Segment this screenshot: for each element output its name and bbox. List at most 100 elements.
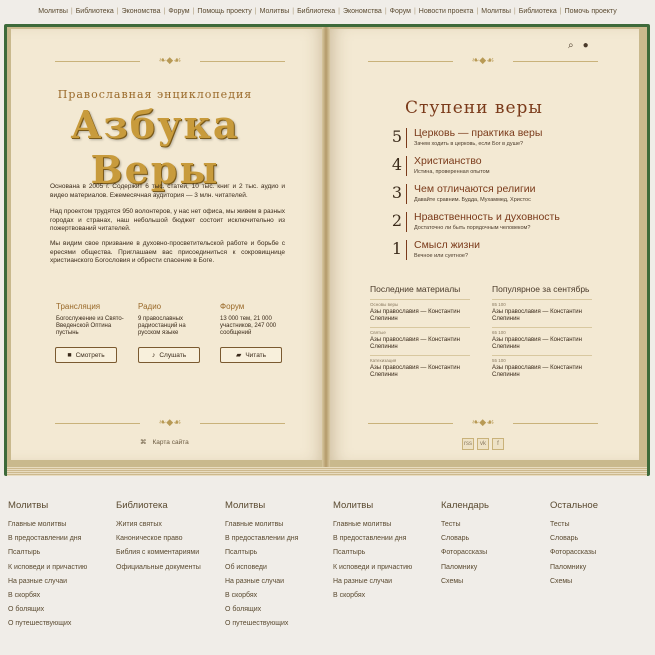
footer-link[interactable]: Псалтырь (8, 549, 113, 556)
footer-link[interactable]: Фоторассказы (550, 549, 655, 556)
footer-link[interactable]: Главные молитвы (8, 521, 113, 528)
footer-link[interactable]: Главные молитвы (225, 521, 330, 528)
step-number: 5 (391, 127, 403, 146)
item-text[interactable]: Азы православия — Константин Слепинин (370, 365, 470, 379)
radio-column: Радио 9 православных радиостанций на рус… (138, 302, 208, 337)
popular-heading: Популярное за сентябрь (492, 284, 590, 294)
step-subtitle: Вечное или суетное? (414, 253, 469, 259)
footer-link[interactable]: О болящих (225, 606, 330, 613)
footer-link[interactable]: На разные случаи (225, 578, 330, 585)
top-nav-link[interactable]: Форум (165, 8, 192, 15)
book-spine (322, 27, 330, 470)
footer-link[interactable]: О болящих (8, 606, 113, 613)
list-item[interactable]: 85 100 Азы православия — Константин Слепи… (492, 299, 592, 323)
footer-link[interactable]: В предоставлении дня (225, 535, 330, 542)
footer-link[interactable]: В предоставлении дня (8, 535, 113, 542)
listen-button[interactable]: ♪ Слушать (138, 347, 200, 363)
top-nav-link[interactable]: Библиотека (294, 8, 338, 15)
top-nav-link[interactable]: Форум (387, 8, 414, 15)
footer-link[interactable]: Схемы (550, 578, 655, 585)
step-subtitle: Зачем ходить в церковь, если Бог в душе? (414, 141, 524, 147)
forum-text: 13 000 тем, 21 000 участников, 247 000 с… (220, 316, 277, 336)
step-divider (406, 240, 407, 260)
facebook-icon[interactable]: f (492, 438, 504, 450)
footer-link[interactable]: Жития святых (116, 521, 221, 528)
step-subtitle: Давайте сравним. Будда, Мухаммед, Христо… (414, 197, 531, 203)
top-nav-link[interactable]: Помочь проекту (562, 8, 620, 15)
book-page-edges (7, 467, 647, 476)
footer-link[interactable]: О путешествующих (225, 620, 330, 627)
step-title[interactable]: Церковь — практика веры (414, 127, 542, 139)
footer-link[interactable]: Схемы (441, 578, 546, 585)
footer-link[interactable]: Главные молитвы (333, 521, 438, 528)
item-text[interactable]: Азы православия — Константин Слепинин (492, 337, 592, 351)
footer-link[interactable]: Паломнику (441, 564, 546, 571)
top-nav-link[interactable]: Экономства (119, 8, 164, 15)
top-nav-link[interactable]: Молитвы (257, 8, 293, 15)
ornament-divider: ❧◆☙ (368, 56, 598, 66)
step-number: 4 (391, 155, 403, 174)
footer-link[interactable]: Каноническое право (116, 535, 221, 542)
read-button[interactable]: ▰ Читать (220, 347, 282, 363)
item-text[interactable]: Азы православия — Константин Слепинин (370, 309, 470, 323)
step-title[interactable]: Нравственность и духовность (414, 211, 560, 223)
footer-link[interactable]: Словарь (550, 535, 655, 542)
top-nav-link[interactable]: Библиотека (73, 8, 117, 15)
footer-link[interactable]: Паломнику (550, 564, 655, 571)
item-text[interactable]: Азы православия — Константин Слепинин (370, 337, 470, 351)
step-title[interactable]: Смысл жизни (414, 239, 480, 251)
top-nav-link[interactable]: Библиотека (516, 8, 560, 15)
step-title[interactable]: Чем отличаются религии (414, 183, 536, 195)
intro-paragraph: Мы видим свое призвание в духовно-просве… (50, 240, 285, 264)
vk-icon[interactable]: vk (477, 438, 489, 450)
item-category: 85 100 (492, 302, 506, 307)
top-nav-link[interactable]: Помощь проекту (194, 8, 254, 15)
sitemap-link[interactable]: ⌘ Карта сайта (140, 438, 189, 447)
footer-link[interactable]: В предоставлении дня (333, 535, 438, 542)
footer-link[interactable]: В скорбях (225, 592, 330, 599)
footer-link[interactable]: Тесты (441, 521, 546, 528)
top-nav-link[interactable]: Новости проекта (416, 8, 477, 15)
top-nav-link[interactable]: Молитвы (478, 8, 514, 15)
forum-column: Форум 13 000 тем, 21 000 участников, 247… (220, 302, 290, 337)
footer-link[interactable]: Об исповеди (225, 564, 330, 571)
footer-column: Календарь Тесты Словарь Фоторассказы Паломни… (441, 500, 546, 592)
footer-link[interactable]: На разные случаи (333, 578, 438, 585)
footer-link[interactable]: Псалтырь (225, 549, 330, 556)
list-item[interactable]: 55 100 Азы православия — Константин Слепи… (492, 355, 592, 379)
list-item[interactable]: 65 100 Азы православия — Константин Слепи… (492, 327, 592, 351)
footer-column: Молитвы Главные молитвы В предоставлении д… (333, 500, 438, 606)
step-title[interactable]: Христианство (414, 155, 482, 167)
step-number: 2 (391, 211, 403, 230)
search-icon[interactable]: ⌕ (568, 40, 574, 51)
footer-link[interactable]: Тесты (550, 521, 655, 528)
user-icon[interactable]: ● (583, 40, 589, 51)
footer-link[interactable]: В скорбях (8, 592, 113, 599)
item-text[interactable]: Азы православия — Константин Слепинин (492, 309, 592, 323)
list-item[interactable]: Основы веры Азы православия — Константин … (370, 299, 470, 323)
footer-link[interactable]: К исповеди и причастию (333, 564, 438, 571)
footer-column-title: Молитвы (225, 500, 266, 511)
item-text[interactable]: Азы православия — Константин Слепинин (492, 365, 592, 379)
footer-link[interactable]: Библия с комментариями (116, 549, 221, 556)
footer-link[interactable]: Псалтырь (333, 549, 438, 556)
top-navigation: Молитвы | Библиотека | Экономства | Форум | Помо… (0, 0, 655, 22)
footer-link[interactable]: В скорбях (333, 592, 438, 599)
footer-link[interactable]: Официальные документы (116, 564, 221, 571)
radio-title: Радио (138, 302, 162, 311)
footer-link[interactable]: К исповеди и причастию (8, 564, 113, 571)
top-nav-link[interactable]: Молитвы (35, 8, 71, 15)
top-nav-link[interactable]: Экономства (340, 8, 385, 15)
latest-materials-heading: Последние материалы (370, 284, 461, 294)
site-logo-title[interactable]: Азбука Веры (20, 102, 290, 192)
footer-link[interactable]: Словарь (441, 535, 546, 542)
watch-button[interactable]: ■ Смотреть (55, 347, 117, 363)
footer-link[interactable]: На разные случаи (8, 578, 113, 585)
footer-column: Молитвы Главные молитвы В предоставлении д… (8, 500, 113, 635)
footer-link[interactable]: О путешествующих (8, 620, 113, 627)
footer-link[interactable]: Фоторассказы (441, 549, 546, 556)
list-item[interactable]: Катехизация Азы православия — Константин … (370, 355, 470, 379)
list-item[interactable]: Святые Азы православия — Константин Слепи… (370, 327, 470, 351)
rss-icon[interactable]: rss (462, 438, 474, 450)
ornament-divider: ❧◆☙ (55, 56, 285, 66)
